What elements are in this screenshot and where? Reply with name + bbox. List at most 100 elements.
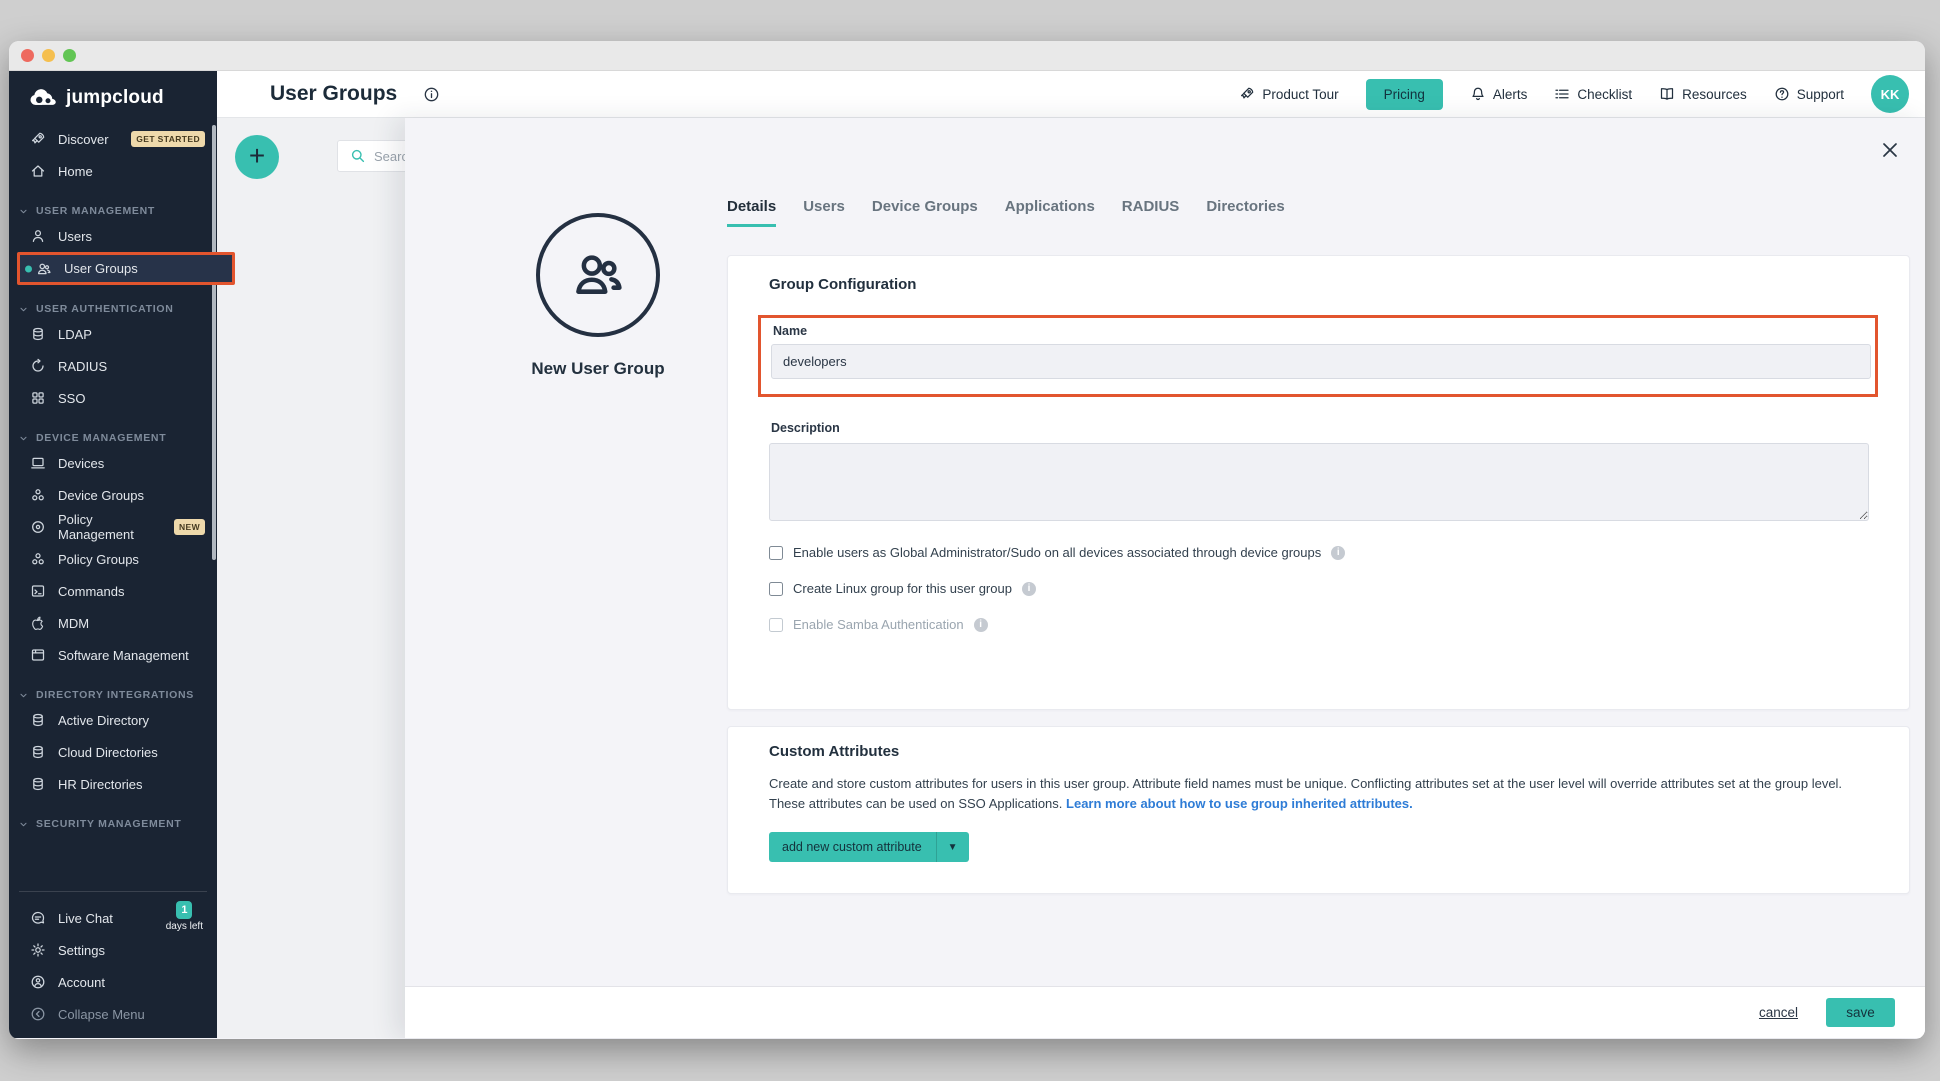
divider	[19, 891, 207, 892]
sidebar-scrollbar[interactable]	[212, 125, 216, 560]
alerts-button[interactable]: Alerts	[1470, 86, 1528, 102]
checklist-button[interactable]: Checklist	[1554, 86, 1632, 102]
sidebar-section-user-management[interactable]: USER MANAGEMENT	[9, 202, 217, 220]
new-user-group-hero: New User Group	[493, 213, 703, 379]
sidebar-item-home[interactable]: Home	[9, 155, 217, 187]
sidebar-item-devices[interactable]: Devices	[9, 447, 217, 479]
cancel-button[interactable]: cancel	[1759, 1005, 1798, 1020]
sidebar-item-live-chat[interactable]: Live Chat 1 days left	[9, 902, 217, 934]
sidebar-item-ldap[interactable]: LDAP	[9, 318, 217, 350]
sidebar-item-sso[interactable]: SSO	[9, 382, 217, 414]
sidebar-section-security-management[interactable]: SECURITY MANAGEMENT	[9, 815, 217, 833]
logo-text: jumpcloud	[66, 87, 164, 109]
sidebar-item-radius[interactable]: RADIUS	[9, 350, 217, 382]
inherited-attributes-link[interactable]: Learn more about how to use group inheri…	[1066, 796, 1413, 811]
tab-users[interactable]: Users	[803, 198, 845, 227]
sidebar-item-user-groups[interactable]: User Groups	[17, 252, 235, 285]
samba-auth-checkbox[interactable]	[769, 618, 783, 632]
description-label: Description	[771, 421, 1868, 435]
sidebar-item-account[interactable]: Account	[9, 966, 217, 998]
global-admin-checkbox-row: Enable users as Global Administrator/Sud…	[769, 543, 1868, 562]
nodes-icon	[30, 487, 46, 503]
radius-icon	[30, 358, 46, 374]
sidebar-item-hr-directories[interactable]: HR Directories	[9, 768, 217, 800]
chevron-down-icon	[19, 691, 28, 700]
bell-icon	[1470, 86, 1486, 102]
name-label: Name	[773, 324, 1867, 338]
gear-icon	[30, 942, 46, 958]
close-window-button[interactable]	[21, 49, 34, 62]
product-tour-button[interactable]: Product Tour	[1239, 86, 1338, 102]
linux-group-checkbox[interactable]	[769, 582, 783, 596]
checklist-icon	[1554, 86, 1570, 102]
description-textarea[interactable]	[769, 443, 1869, 521]
book-icon	[1659, 86, 1675, 102]
tab-radius[interactable]: RADIUS	[1122, 198, 1180, 227]
grid-icon	[30, 390, 46, 406]
custom-attributes-card: Custom Attributes Create and store custo…	[727, 726, 1910, 894]
jumpcloud-logo[interactable]: jumpcloud	[29, 87, 217, 109]
database-icon	[30, 744, 46, 760]
search-icon	[350, 148, 366, 164]
panel-tabs: Details Users Device Groups Applications…	[727, 198, 1285, 227]
zoom-window-button[interactable]	[63, 49, 76, 62]
info-icon[interactable]: i	[974, 618, 988, 632]
database-icon	[30, 326, 46, 342]
chevron-down-icon	[19, 305, 28, 314]
avatar[interactable]: KK	[1871, 75, 1909, 113]
sidebar: jumpcloud Discover GET STARTED Home USER…	[9, 71, 217, 1038]
new-user-group-panel: New User Group Details Users Device Grou…	[405, 118, 1925, 1038]
info-icon[interactable]: i	[1022, 582, 1036, 596]
sidebar-section-user-authentication[interactable]: USER AUTHENTICATION	[9, 300, 217, 318]
sidebar-section-directory-integrations[interactable]: DIRECTORY INTEGRATIONS	[9, 686, 217, 704]
jumpcloud-cloud-icon	[29, 88, 59, 108]
minimize-window-button[interactable]	[42, 49, 55, 62]
sidebar-item-collapse-menu[interactable]: Collapse Menu	[9, 998, 217, 1030]
database-icon	[30, 776, 46, 792]
custom-attributes-heading: Custom Attributes	[769, 743, 1868, 760]
arrow-left-circle-icon	[30, 1006, 46, 1022]
sidebar-section-device-management[interactable]: DEVICE MANAGEMENT	[9, 429, 217, 447]
sidebar-item-commands[interactable]: Commands	[9, 575, 217, 607]
close-icon[interactable]	[1879, 140, 1901, 162]
info-icon[interactable]	[423, 86, 440, 103]
terminal-icon	[30, 583, 46, 599]
pricing-button[interactable]: Pricing	[1366, 79, 1443, 110]
sidebar-item-software-management[interactable]: Software Management	[9, 639, 217, 671]
tab-applications[interactable]: Applications	[1005, 198, 1095, 227]
database-icon	[30, 712, 46, 728]
user-icon	[30, 228, 46, 244]
tab-directories[interactable]: Directories	[1206, 198, 1284, 227]
sidebar-item-mdm[interactable]: MDM	[9, 607, 217, 639]
save-button[interactable]: save	[1826, 998, 1895, 1027]
users-icon	[36, 261, 52, 277]
group-configuration-card: Group Configuration Name Description Ena…	[727, 255, 1910, 710]
add-user-group-button[interactable]: +	[235, 135, 279, 179]
group-configuration-heading: Group Configuration	[769, 276, 1868, 293]
sidebar-item-settings[interactable]: Settings	[9, 934, 217, 966]
sidebar-item-device-groups[interactable]: Device Groups	[9, 479, 217, 511]
rocket-icon	[1239, 86, 1255, 102]
chevron-down-icon	[19, 207, 28, 216]
name-field-annotation: Name	[758, 315, 1878, 397]
chevron-down-icon	[19, 434, 28, 443]
info-icon[interactable]: i	[1331, 546, 1345, 560]
trial-days-badge: 1 days left	[166, 901, 203, 932]
add-custom-attribute-button[interactable]: add new custom attribute ▼	[769, 832, 969, 862]
sidebar-item-active-directory[interactable]: Active Directory	[9, 704, 217, 736]
tab-details[interactable]: Details	[727, 198, 776, 227]
sidebar-item-discover[interactable]: Discover GET STARTED	[9, 123, 217, 155]
page-header: User Groups Product Tour Pricing Alerts …	[217, 71, 1925, 118]
sidebar-item-policy-management[interactable]: Policy Management NEW	[9, 511, 217, 543]
group-name-input[interactable]	[771, 344, 1871, 379]
support-button[interactable]: Support	[1774, 86, 1844, 102]
sidebar-item-users[interactable]: Users	[9, 220, 217, 252]
tab-device-groups[interactable]: Device Groups	[872, 198, 978, 227]
app-window: jumpcloud Discover GET STARTED Home USER…	[9, 41, 1925, 1039]
panel-title: New User Group	[493, 359, 703, 379]
sidebar-item-policy-groups[interactable]: Policy Groups	[9, 543, 217, 575]
resources-button[interactable]: Resources	[1659, 86, 1747, 102]
chevron-down-icon	[19, 820, 28, 829]
sidebar-item-cloud-directories[interactable]: Cloud Directories	[9, 736, 217, 768]
global-admin-checkbox[interactable]	[769, 546, 783, 560]
